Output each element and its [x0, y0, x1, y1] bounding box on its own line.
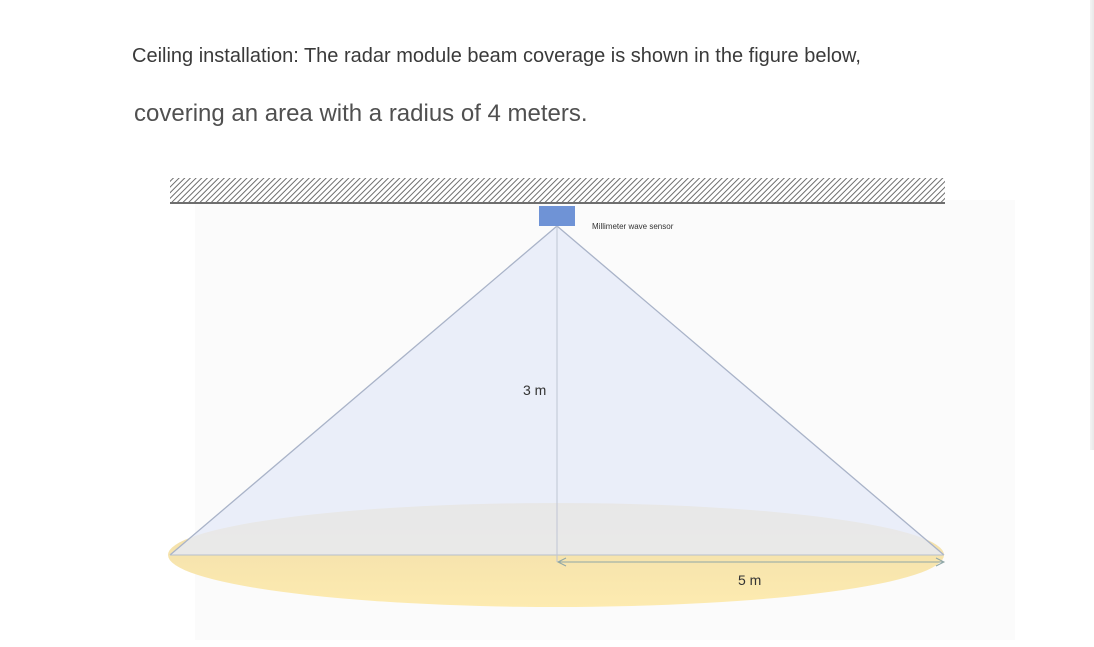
- page: Ceiling installation: The radar module b…: [0, 0, 1094, 647]
- sensor-label: Millimeter wave sensor: [592, 222, 674, 231]
- height-label: 3 m: [523, 382, 546, 398]
- radius-label: 5 m: [738, 572, 761, 588]
- ceiling-hatch: [170, 178, 945, 202]
- millimeter-wave-sensor: [539, 206, 575, 226]
- beam-coverage-diagram: Millimeter wave sensor 3 m 5 m: [168, 178, 1015, 640]
